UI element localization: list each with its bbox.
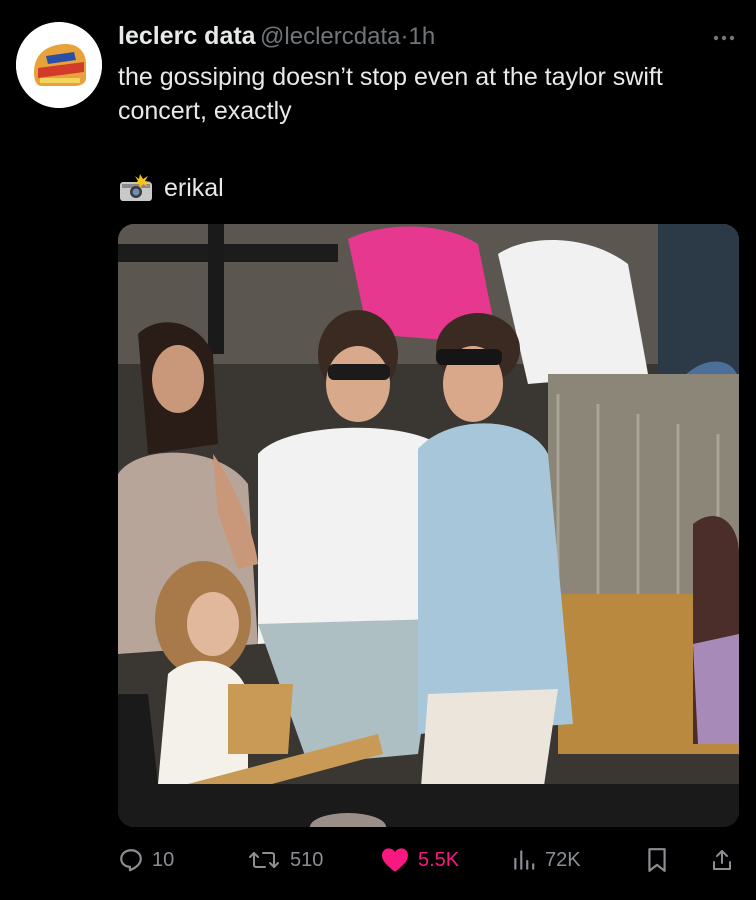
views-button[interactable]: 72K [511,840,581,880]
bookmark-button[interactable] [646,840,668,880]
helmet-avatar-image [16,22,102,108]
bookmark-icon [648,848,666,872]
view-count: 72K [545,848,581,871]
tweet-photo[interactable] [118,224,739,827]
avatar[interactable] [16,22,102,108]
share-button[interactable] [710,840,734,880]
author-name[interactable]: leclerc data [118,22,256,50]
more-options-button[interactable] [712,22,736,48]
like-count: 5.5K [418,848,460,871]
photo-credit-name: erikal [164,173,224,202]
camera-flash-icon [120,174,152,201]
concert-photo-image [118,224,739,827]
views-bar-chart-icon [514,850,535,870]
like-button[interactable]: 5.5K [380,840,459,880]
author-handle[interactable]: @leclercdata [260,23,400,50]
reply-icon [120,849,142,872]
tweet-action-bar: 10 510 5.5K 72K [118,840,739,880]
more-horizontal-icon [713,35,735,41]
repost-button[interactable]: 510 [246,840,323,880]
repost-icon [249,852,279,868]
heart-filled-icon [382,848,408,872]
reply-count: 10 [152,848,175,871]
reply-button[interactable]: 10 [118,840,174,880]
photo-credit: erikal [118,170,224,206]
repost-count: 510 [290,848,324,871]
tweet-text: the gossiping doesn’t stop even at the t… [118,63,663,125]
tweet-header: leclerc data @leclercdata·1h [118,22,736,52]
tweet-timestamp[interactable]: 1h [408,23,435,50]
share-upload-icon [713,850,731,870]
